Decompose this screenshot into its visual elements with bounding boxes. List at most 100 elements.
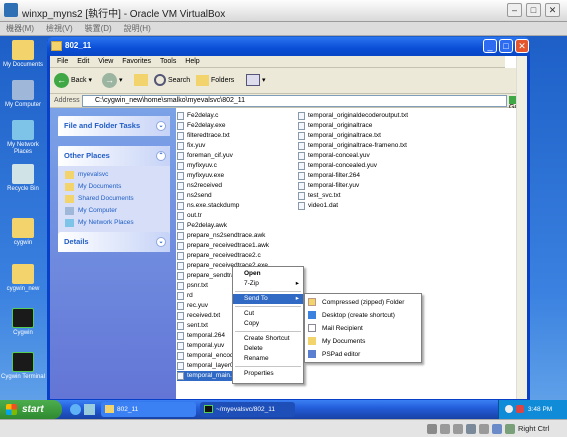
chevron-down-icon[interactable]: ⌄ — [156, 237, 166, 247]
file-item[interactable]: temporal-filter.264 — [298, 171, 360, 181]
hdd-status-icon[interactable] — [427, 424, 437, 434]
place-my-network-places[interactable]: My Network Places — [58, 217, 170, 229]
file-item[interactable]: rec.yuv — [177, 301, 208, 311]
chevron-down-icon[interactable]: ⌄ — [156, 121, 166, 131]
file-item[interactable]: prepare_receivedtrace1.awk — [177, 241, 269, 251]
file-item[interactable]: ns2received — [177, 181, 222, 191]
usb-status-icon[interactable] — [479, 424, 489, 434]
desktop-icon-recycle-bin[interactable]: Recycle Bin — [0, 164, 46, 193]
file-item[interactable]: temporal_originaltrace — [298, 121, 372, 131]
context-cut[interactable]: Cut — [233, 309, 303, 319]
taskbar-item-terminal[interactable]: ~/myevalsvc/802_11 — [200, 402, 295, 417]
context-properties[interactable]: Properties — [233, 369, 303, 379]
sendto-compressed-folder[interactable]: Compressed (zipped) Folder — [305, 296, 421, 309]
context-copy[interactable]: Copy — [233, 319, 303, 329]
file-item[interactable]: ns.exe.stackdump — [177, 201, 239, 211]
vertical-scrollbar[interactable] — [516, 56, 527, 399]
views-button[interactable]: ▾ — [246, 72, 265, 90]
place-my-documents[interactable]: My Documents — [58, 181, 170, 193]
menu-machine[interactable]: 機器(M) — [6, 22, 34, 36]
folders-button[interactable]: Folders — [196, 72, 234, 90]
shared-folder-status-icon[interactable] — [492, 424, 502, 434]
menu-file[interactable]: File — [57, 56, 68, 68]
file-item[interactable]: temporal.264 — [177, 331, 225, 341]
menu-tools[interactable]: Tools — [160, 56, 176, 68]
network-status-icon[interactable] — [466, 424, 476, 434]
file-item[interactable]: foreman_cif.yuv — [177, 151, 233, 161]
mouse-integration-icon[interactable] — [505, 424, 515, 434]
floppy-status-icon[interactable] — [453, 424, 463, 434]
context-delete[interactable]: Delete — [233, 344, 303, 354]
file-item[interactable]: rd — [177, 291, 193, 301]
close-icon[interactable]: ✕ — [545, 3, 560, 17]
file-item[interactable]: Fe2delay.exe — [177, 121, 226, 131]
menu-help[interactable]: 說明(H) — [124, 22, 151, 36]
context-rename[interactable]: Rename — [233, 354, 303, 364]
desktop-quick-launch-icon[interactable] — [84, 404, 95, 415]
menu-edit[interactable]: Edit — [77, 56, 89, 68]
menu-view[interactable]: View — [98, 56, 113, 68]
file-item[interactable]: video1.dat — [298, 201, 338, 211]
maximize-button[interactable]: □ — [499, 39, 513, 53]
file-item[interactable]: psnr.txt — [177, 281, 208, 291]
desktop-icon-cygwin[interactable]: cygwin — [0, 218, 46, 247]
search-button[interactable]: Search — [154, 72, 190, 90]
menu-view[interactable]: 檢視(V) — [46, 22, 73, 36]
tray-network-icon[interactable] — [505, 405, 513, 413]
details-header[interactable]: Details ⌄ — [58, 232, 170, 252]
file-item[interactable]: out.tr — [177, 211, 202, 221]
context-create-shortcut[interactable]: Create Shortcut — [233, 334, 303, 344]
file-item[interactable]: temporal_main.c — [177, 371, 236, 381]
place-myevalsvc[interactable]: myevalsvc — [58, 169, 170, 181]
file-item[interactable]: ns2send — [177, 191, 212, 201]
file-item[interactable]: myfixyuv.c — [177, 161, 217, 171]
address-field[interactable]: C:\cygwin_new\home\smalko\myevalsvc\802_… — [82, 95, 507, 107]
close-button[interactable]: ✕ — [515, 39, 529, 53]
file-item[interactable]: sent.txt — [177, 321, 208, 331]
place-shared-documents[interactable]: Shared Documents — [58, 193, 170, 205]
sendto-pspad-editor[interactable]: PSPad editor — [305, 348, 421, 361]
file-item[interactable]: received.txt — [177, 311, 220, 321]
file-item[interactable]: temporal_originaldecoderoutput.txt — [298, 111, 408, 121]
maximize-icon[interactable]: □ — [526, 3, 541, 17]
file-item[interactable]: test_svc.txt — [298, 191, 341, 201]
ie-quick-launch-icon[interactable] — [70, 404, 81, 415]
tray-alert-icon[interactable] — [516, 405, 524, 413]
file-item[interactable]: Fe2delay.c — [177, 111, 218, 121]
context-7zip[interactable]: 7-Zip ▸ — [233, 279, 303, 289]
minimize-button[interactable]: _ — [483, 39, 497, 53]
other-places-header[interactable]: Other Places ⌃ — [58, 146, 170, 166]
up-folder-button[interactable] — [134, 72, 148, 90]
cd-status-icon[interactable] — [440, 424, 450, 434]
file-item[interactable]: Pe2delay.awk — [177, 221, 227, 231]
desktop-icon-cygwin-new[interactable]: cygwin_new — [0, 264, 46, 293]
file-folder-tasks-header[interactable]: File and Folder Tasks ⌄ — [58, 116, 170, 136]
file-item[interactable]: temporal-conceal.yuv — [298, 151, 370, 161]
file-item[interactable]: temporal.yuv — [177, 341, 224, 351]
taskbar-item-802-11[interactable]: 802_11 — [101, 402, 196, 417]
chevron-up-icon[interactable]: ⌃ — [156, 151, 166, 161]
start-button[interactable]: start — [0, 400, 62, 419]
sendto-my-documents[interactable]: My Documents — [305, 335, 421, 348]
menu-help[interactable]: Help — [185, 56, 199, 68]
file-item[interactable]: filteredtrace.txt — [177, 131, 230, 141]
forward-button[interactable]: → ▾ — [102, 72, 122, 90]
file-item[interactable]: temporal-concealed.yuv — [298, 161, 377, 171]
file-item[interactable]: temporal-filter.yuv — [298, 181, 359, 191]
file-item[interactable]: temporal_originaltrace.txt — [298, 131, 381, 141]
file-item[interactable]: prepare_receivedtrace2.c — [177, 251, 261, 261]
file-item[interactable]: fix.yuv — [177, 141, 205, 151]
file-item[interactable]: myfixyuv.exe — [177, 171, 224, 181]
file-item[interactable]: temporal_originaltrace-frameno.txt — [298, 141, 407, 151]
desktop-icon-cygwin-app[interactable]: Cygwin — [0, 308, 46, 337]
menu-favorites[interactable]: Favorites — [122, 56, 151, 68]
back-button[interactable]: ← Back ▾ — [54, 72, 92, 90]
sendto-mail-recipient[interactable]: Mail Recipient — [305, 322, 421, 335]
context-open[interactable]: Open — [233, 269, 303, 279]
file-item[interactable]: prepare_ns2sendtrace.awk — [177, 231, 265, 241]
clock[interactable]: 3:48 PM — [528, 406, 552, 413]
menu-devices[interactable]: 裝置(D) — [85, 22, 112, 36]
place-my-computer[interactable]: My Computer — [58, 205, 170, 217]
desktop-icon-my-network[interactable]: My Network Places — [0, 120, 46, 156]
desktop-icon-my-documents[interactable]: My Documents — [0, 40, 46, 69]
